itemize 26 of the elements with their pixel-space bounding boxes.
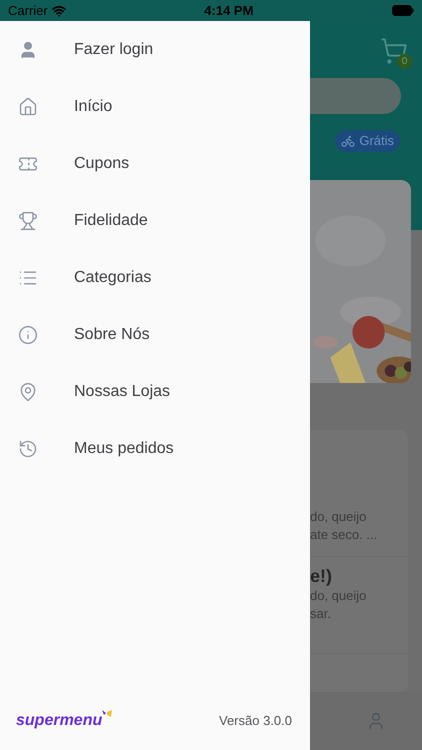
home-icon	[18, 96, 38, 116]
drawer-item[interactable]: Meus pedidos	[0, 420, 310, 477]
drawer-item[interactable]: Categorias	[0, 249, 310, 306]
drawer-item[interactable]: Sobre Nós	[0, 306, 310, 363]
cart-count-badge: 0	[397, 54, 412, 69]
pin-icon	[18, 382, 38, 402]
delivery-badge: Grátis	[335, 130, 400, 152]
version-label: Versão 3.0.0	[219, 712, 292, 730]
carrier-label: Carrier	[8, 2, 48, 20]
brand-logo: supermenu	[16, 709, 112, 733]
drawer-item[interactable]: Início	[0, 78, 310, 135]
drawer-item[interactable]: Cupons	[0, 135, 310, 192]
clock: 4:14 PM	[204, 2, 254, 20]
product-title: e!)	[310, 565, 333, 587]
drawer-item[interactable]: Fazer login	[0, 21, 310, 78]
history-icon	[18, 438, 38, 458]
product-description: do, queijo ate seco. ...	[310, 508, 378, 544]
info-icon	[18, 324, 38, 344]
trophy-icon	[18, 210, 38, 230]
drawer-item[interactable]: Fidelidade	[0, 192, 310, 249]
search-field[interactable]	[310, 78, 401, 114]
wifi-icon	[52, 4, 66, 18]
drawer-item[interactable]: Nossas Lojas	[0, 363, 310, 420]
product-description: do, queijo sar.	[310, 587, 368, 623]
bicycle-icon	[341, 134, 356, 148]
battery-icon	[392, 5, 414, 16]
